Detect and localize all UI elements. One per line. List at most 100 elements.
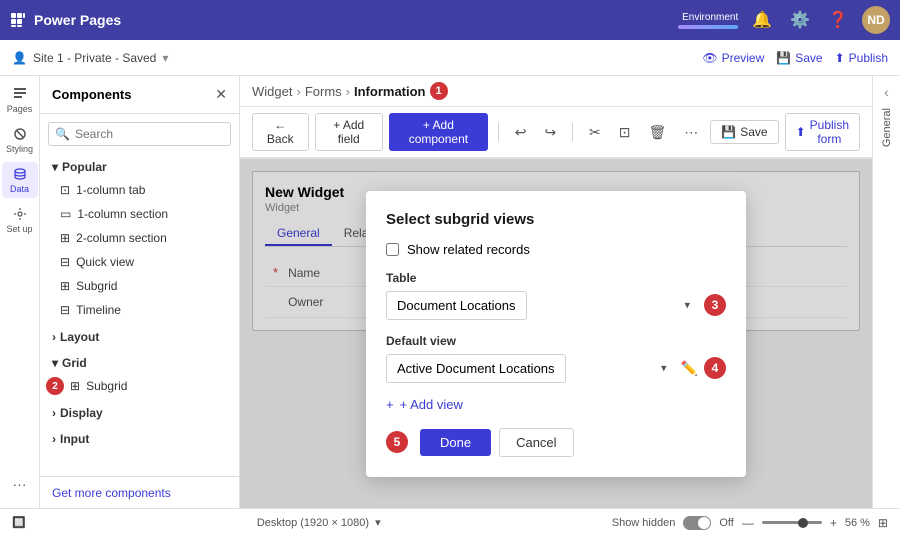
table-badge-3: 3 bbox=[704, 294, 726, 316]
sidebar-item-subgrid-popular[interactable]: ⊞ Subgrid bbox=[40, 274, 239, 298]
toggle-state-label: Off bbox=[719, 517, 733, 529]
nav-item-pages[interactable]: Pages bbox=[2, 82, 38, 118]
timeline-icon: ⊟ bbox=[60, 303, 70, 317]
desktop-chevron-icon[interactable]: ▾ bbox=[375, 516, 381, 529]
nav-item-more[interactable]: ··· bbox=[2, 466, 38, 502]
modal: Select subgrid views Show related record… bbox=[366, 191, 746, 477]
section-grid-toggle[interactable]: ▾ Grid bbox=[40, 352, 239, 374]
breadcrumb-forms[interactable]: Forms bbox=[305, 84, 342, 99]
zoom-slider[interactable] bbox=[762, 521, 822, 524]
default-view-select-wrapper: Active Document Locations bbox=[386, 354, 675, 383]
publish-label: Publish form bbox=[810, 118, 849, 146]
copy-button[interactable]: ⊡ bbox=[613, 120, 637, 145]
settings-icon[interactable]: ⚙️ bbox=[786, 6, 814, 34]
toggle-thumb bbox=[698, 517, 710, 529]
content-area: Widget › Forms › Information 1 ← Back + … bbox=[240, 76, 872, 508]
publish-top-label: Publish bbox=[849, 51, 888, 65]
nav-item-setup[interactable]: Set up bbox=[2, 202, 38, 238]
section-display-label: Display bbox=[60, 406, 103, 420]
breadcrumb-bar: Widget › Forms › Information 1 bbox=[240, 76, 872, 107]
redo-button[interactable]: ↪ bbox=[538, 120, 562, 145]
back-button[interactable]: ← Back bbox=[252, 113, 309, 151]
default-view-select[interactable]: Active Document Locations bbox=[386, 354, 566, 383]
sidebar-section-layout: › Layout bbox=[40, 324, 239, 350]
preview-label: Preview bbox=[722, 51, 765, 65]
app-grid-icon[interactable] bbox=[10, 12, 26, 28]
sidebar-close-icon[interactable]: ✕ bbox=[215, 86, 227, 103]
show-related-label: Show related records bbox=[407, 242, 530, 257]
search-input[interactable] bbox=[48, 122, 231, 146]
second-bar-actions: 👁 Preview 💾 Save ⬆ Publish bbox=[702, 51, 888, 65]
modal-title: Select subgrid views bbox=[386, 211, 726, 228]
modal-overlay: Select subgrid views Show related record… bbox=[240, 159, 872, 508]
avatar[interactable]: ND bbox=[862, 6, 890, 34]
show-hidden-label: Show hidden bbox=[612, 517, 676, 529]
sidebar: Components ✕ 🔍 ▾ Popular ⊡ 1-column tab … bbox=[40, 76, 240, 508]
add-component-button[interactable]: + Add component bbox=[389, 113, 488, 151]
sidebar-item-1col-section[interactable]: ▭ 1-column section bbox=[40, 202, 239, 226]
toolbar-right: 💾 Save ⬆ Publish form bbox=[710, 113, 860, 151]
more-button[interactable]: ⋯ bbox=[678, 120, 704, 145]
undo-button[interactable]: ↩ bbox=[509, 120, 533, 145]
cut-button[interactable]: ✂ bbox=[583, 120, 607, 145]
edit-icon[interactable]: ✏️ bbox=[681, 360, 698, 377]
sidebar-title: Components bbox=[52, 87, 131, 102]
delete-button[interactable]: 🗑 bbox=[643, 120, 673, 145]
toolbar-separator-1 bbox=[498, 123, 499, 141]
show-hidden-toggle[interactable] bbox=[683, 516, 711, 530]
panel-chevron-icon[interactable]: ‹ bbox=[884, 84, 889, 100]
done-button[interactable]: Done bbox=[420, 429, 491, 456]
section-grid-label: Grid bbox=[62, 356, 87, 370]
sidebar-item-1col-tab[interactable]: ⊡ 1-column tab bbox=[40, 178, 239, 202]
panel-general-label[interactable]: General bbox=[877, 100, 897, 155]
toolbar-separator-2 bbox=[572, 123, 573, 141]
sidebar-header: Components ✕ bbox=[40, 76, 239, 114]
bottom-right: Show hidden Off — + 56 % ⊞ bbox=[612, 516, 888, 530]
site-chevron-icon[interactable]: ▾ bbox=[162, 51, 168, 65]
save-top-button[interactable]: 💾 Save bbox=[776, 51, 822, 65]
section-input-toggle[interactable]: › Input bbox=[40, 428, 239, 450]
help-icon[interactable]: ❓ bbox=[824, 6, 852, 34]
nav-item-styling[interactable]: Styling bbox=[2, 122, 38, 158]
default-view-label: Default view bbox=[386, 334, 726, 348]
sidebar-section-grid: ▾ Grid 2 ⊞ Subgrid bbox=[40, 350, 239, 400]
notification-icon[interactable]: 🔔 bbox=[748, 6, 776, 34]
publish-button[interactable]: ⬆ Publish form bbox=[785, 113, 860, 151]
section-popular-toggle[interactable]: ▾ Popular bbox=[40, 156, 239, 178]
sidebar-item-2col-section[interactable]: ⊞ 2-column section bbox=[40, 226, 239, 250]
add-field-button[interactable]: + Add field bbox=[315, 113, 383, 151]
modal-footer: 5 Done Cancel bbox=[386, 428, 726, 457]
zoom-plus-icon[interactable]: + bbox=[830, 516, 837, 530]
sidebar-item-subgrid-grid[interactable]: 2 ⊞ Subgrid bbox=[40, 374, 239, 398]
sidebar-item-quick-view[interactable]: ⊟ Quick view bbox=[40, 250, 239, 274]
get-more-label[interactable]: Get more components bbox=[52, 486, 171, 500]
top-bar-left: Power Pages bbox=[10, 12, 121, 28]
add-view-row[interactable]: + + Add view bbox=[386, 397, 726, 412]
show-related-checkbox[interactable] bbox=[386, 243, 399, 256]
add-view-label: + Add view bbox=[400, 397, 463, 412]
nav-item-data[interactable]: Data bbox=[2, 162, 38, 198]
section-display-toggle[interactable]: › Display bbox=[40, 402, 239, 424]
layout-chevron-icon: › bbox=[52, 330, 56, 344]
breadcrumb: Widget › Forms › Information 1 bbox=[252, 82, 448, 100]
zoom-minus-icon[interactable]: — bbox=[742, 516, 754, 530]
table-select-wrapper: Document Locations bbox=[386, 291, 698, 320]
preview-button[interactable]: 👁 Preview bbox=[702, 51, 764, 65]
desktop-label[interactable]: Desktop (1920 × 1080) bbox=[257, 517, 369, 529]
publish-top-button[interactable]: ⬆ Publish bbox=[835, 51, 888, 65]
table-select[interactable]: Document Locations bbox=[386, 291, 527, 320]
sidebar-item-timeline[interactable]: ⊟ Timeline bbox=[40, 298, 239, 322]
section-layout-toggle[interactable]: › Layout bbox=[40, 326, 239, 348]
fit-icon[interactable]: ⊞ bbox=[878, 516, 888, 530]
zoom-label: 56 % bbox=[845, 517, 870, 529]
modal-show-related-row: Show related records bbox=[386, 242, 726, 257]
modal-table-row: Document Locations 3 bbox=[386, 291, 726, 320]
timeline-label: Timeline bbox=[76, 303, 121, 317]
add-view-icon: + bbox=[386, 397, 394, 412]
breadcrumb-widget[interactable]: Widget bbox=[252, 84, 292, 99]
left-nav: Pages Styling Data Set up ··· bbox=[0, 76, 40, 508]
toolbar: ← Back + Add field + Add component ↩ ↪ ✂… bbox=[240, 107, 872, 158]
breadcrumb-badge: 1 bbox=[430, 82, 448, 100]
save-button[interactable]: 💾 Save bbox=[710, 120, 778, 144]
cancel-button[interactable]: Cancel bbox=[499, 428, 573, 457]
